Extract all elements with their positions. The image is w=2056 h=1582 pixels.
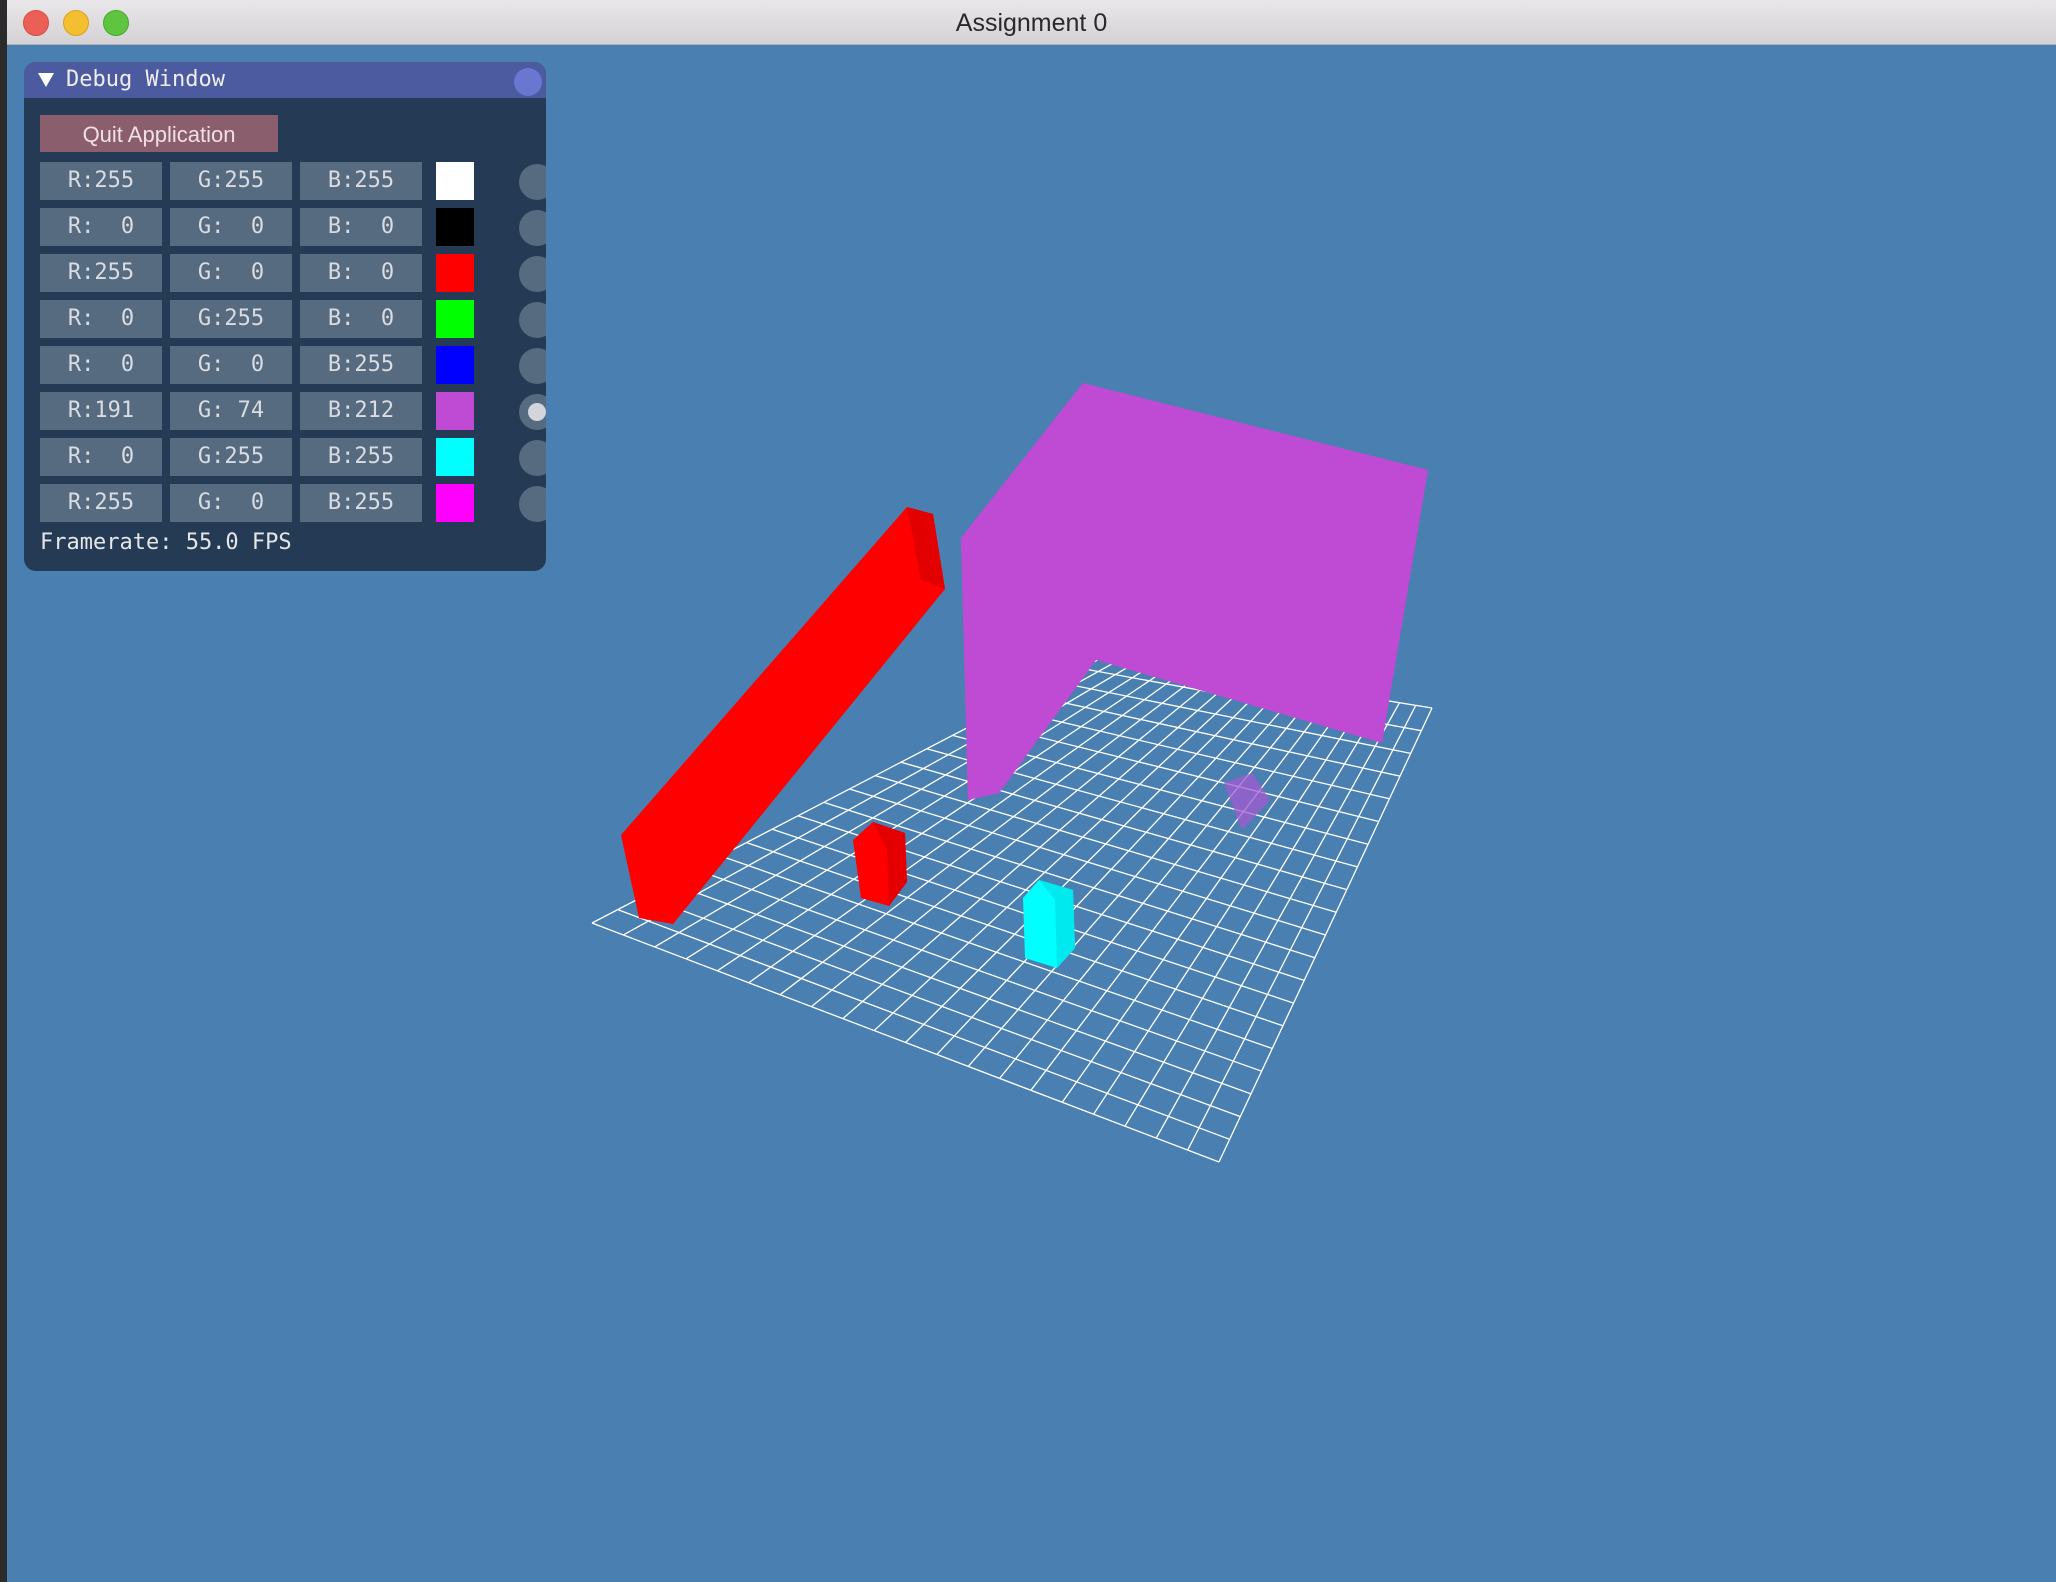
debug-close-icon[interactable] <box>514 68 542 96</box>
color-swatch[interactable] <box>436 162 474 200</box>
color-swatch[interactable] <box>436 300 474 338</box>
color-swatch[interactable] <box>436 208 474 246</box>
b-value-field[interactable]: B:212 <box>300 392 422 430</box>
g-value-field[interactable]: G:255 <box>170 162 292 200</box>
color-select-radio[interactable] <box>519 440 546 476</box>
r-value-field[interactable]: R: 0 <box>40 208 162 246</box>
b-value-field[interactable]: B:255 <box>300 484 422 522</box>
b-value-field[interactable]: B:255 <box>300 162 422 200</box>
color-select-radio[interactable] <box>519 210 546 246</box>
g-value-field[interactable]: G: 0 <box>170 208 292 246</box>
purple-box-inner-corner <box>961 383 1096 800</box>
b-value-field[interactable]: B:255 <box>300 346 422 384</box>
b-value-field[interactable]: B:255 <box>300 438 422 476</box>
r-value-field[interactable]: R:191 <box>40 392 162 430</box>
color-swatch[interactable] <box>436 484 474 522</box>
b-value-field[interactable]: B: 0 <box>300 254 422 292</box>
grid-line <box>591 922 1220 1163</box>
grid-line <box>617 908 1230 1140</box>
quit-application-button[interactable]: Quit Application <box>40 115 278 152</box>
debug-window[interactable]: Debug Window Quit Application R:255 G:255… <box>24 62 546 571</box>
radio-selected-dot <box>528 403 546 421</box>
color-select-radio[interactable] <box>519 486 546 522</box>
r-value-field[interactable]: R: 0 <box>40 346 162 384</box>
debug-window-title: Debug Window <box>66 67 225 92</box>
color-swatch[interactable] <box>436 254 474 292</box>
color-swatch[interactable] <box>436 392 474 430</box>
g-value-field[interactable]: G: 0 <box>170 346 292 384</box>
g-value-field[interactable]: G: 0 <box>170 484 292 522</box>
color-select-radio[interactable] <box>519 164 546 200</box>
framerate-label: Framerate: 55.0 FPS <box>40 530 292 555</box>
grid-line <box>669 882 1252 1095</box>
g-value-field[interactable]: G: 0 <box>170 254 292 292</box>
g-value-field[interactable]: G: 74 <box>170 392 292 430</box>
debug-window-header[interactable]: Debug Window <box>24 62 546 98</box>
color-swatch[interactable] <box>436 438 474 476</box>
color-select-radio[interactable] <box>519 394 546 430</box>
grid-line <box>1155 702 1401 1139</box>
g-value-field[interactable]: G:255 <box>170 300 292 338</box>
color-swatch[interactable] <box>436 346 474 384</box>
r-value-field[interactable]: R:255 <box>40 254 162 292</box>
r-value-field[interactable]: R: 0 <box>40 438 162 476</box>
r-value-field[interactable]: R:255 <box>40 484 162 522</box>
b-value-field[interactable]: B: 0 <box>300 208 422 246</box>
b-value-field[interactable]: B: 0 <box>300 300 422 338</box>
color-select-radio[interactable] <box>519 348 546 384</box>
r-value-field[interactable]: R: 0 <box>40 300 162 338</box>
g-value-field[interactable]: G:255 <box>170 438 292 476</box>
app-window: Assignment 0 Debug Window Quit Applicati… <box>7 0 2056 1582</box>
color-select-radio[interactable] <box>519 302 546 338</box>
color-select-radio[interactable] <box>519 256 546 292</box>
purple-floor-marker <box>1224 773 1270 830</box>
purple-box-back-wall <box>1083 383 1428 743</box>
collapse-triangle-icon[interactable] <box>38 73 54 87</box>
r-value-field[interactable]: R:255 <box>40 162 162 200</box>
background-terminal-edge <box>0 44 7 1582</box>
